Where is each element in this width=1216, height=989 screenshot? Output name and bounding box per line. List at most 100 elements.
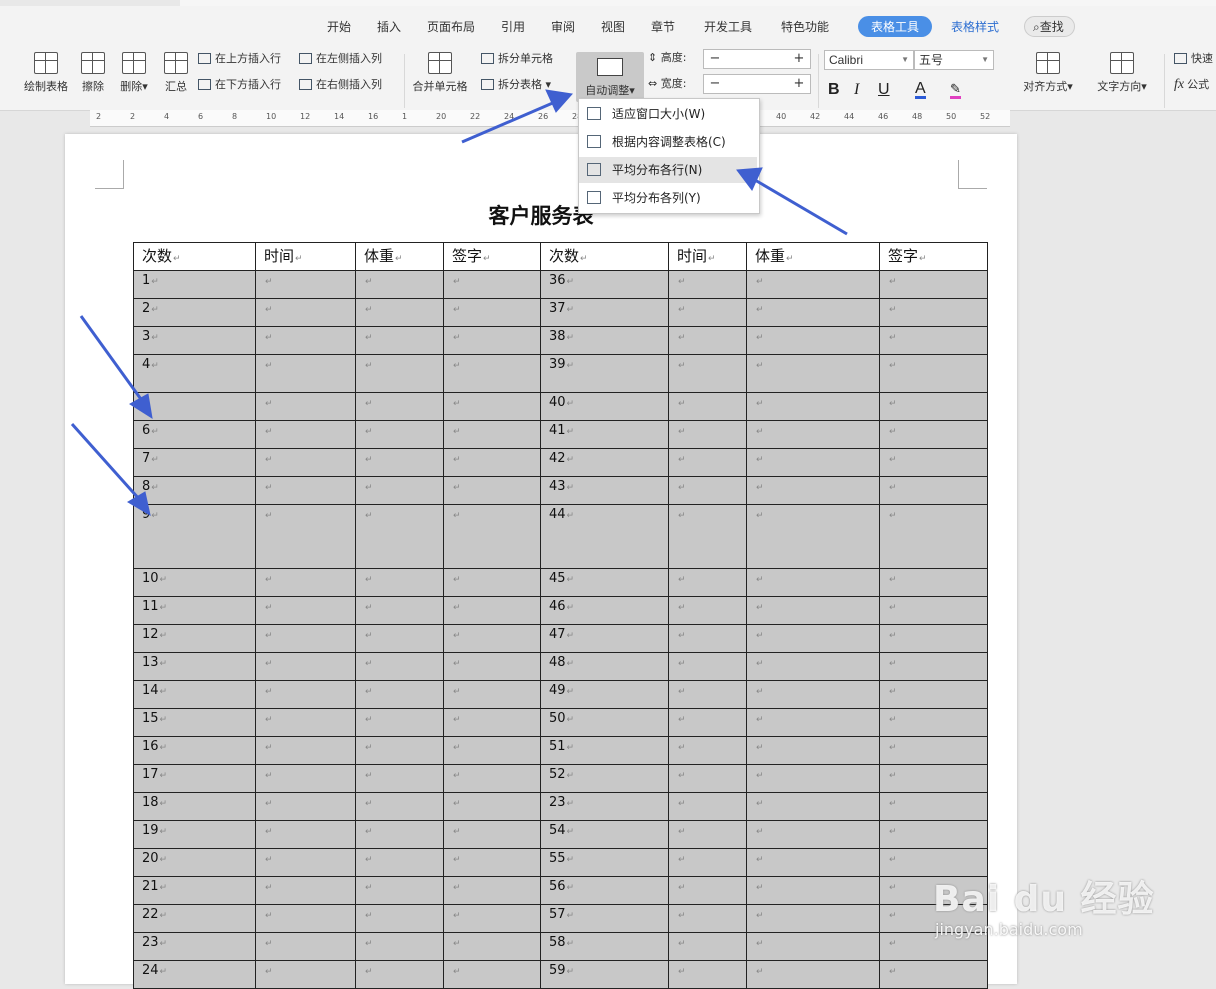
table-cell[interactable]: ↵ (746, 504, 880, 569)
table-cell[interactable]: ↵ (255, 420, 356, 449)
table-cell[interactable]: ↵ (355, 568, 444, 597)
table-cell[interactable]: ↵ (668, 680, 747, 709)
table-cell[interactable]: ↵ (668, 568, 747, 597)
table-cell[interactable]: ↵ (668, 596, 747, 625)
table-cell[interactable]: ↵ (746, 904, 880, 933)
tab-developer[interactable]: 开发工具 (704, 18, 752, 35)
table-cell[interactable]: ↵ (668, 792, 747, 821)
table-cell[interactable]: ↵ (746, 476, 880, 505)
table-cell[interactable]: ↵ (255, 932, 356, 961)
table-cell[interactable]: 8↵ (133, 476, 256, 505)
underline-button[interactable]: U (878, 81, 890, 99)
table-cell[interactable]: ↵ (355, 876, 444, 905)
table-cell[interactable]: ↵ (746, 392, 880, 421)
table-cell[interactable]: ↵ (255, 568, 356, 597)
table-cell[interactable]: 58↵ (540, 932, 669, 961)
table-cell[interactable]: 52↵ (540, 764, 669, 793)
tab-chapter[interactable]: 章节 (651, 18, 675, 35)
table-cell[interactable]: ↵ (355, 820, 444, 849)
table-cell[interactable]: ↵ (355, 848, 444, 877)
table-cell[interactable]: ↵ (443, 876, 541, 905)
table-cell[interactable]: 18↵ (133, 792, 256, 821)
table-cell[interactable]: ↵ (255, 680, 356, 709)
table-cell[interactable]: ↵ (668, 354, 747, 393)
text-direction-button[interactable]: 文字方向▾ (1092, 52, 1152, 94)
insert-above-button[interactable]: 在上方插入行 (198, 50, 281, 68)
table-cell[interactable]: 48↵ (540, 652, 669, 681)
table-cell[interactable]: 10↵ (133, 568, 256, 597)
table-cell[interactable]: ↵ (746, 326, 880, 355)
height-increase-button[interactable]: + (788, 50, 810, 68)
table-cell[interactable]: 6↵ (133, 420, 256, 449)
table-cell[interactable]: ↵ (255, 764, 356, 793)
tab-view[interactable]: 视图 (601, 18, 625, 35)
table-cell[interactable]: ↵ (746, 848, 880, 877)
table-cell[interactable]: 36↵ (540, 270, 669, 299)
table-cell[interactable]: ↵ (746, 298, 880, 327)
table-cell[interactable]: ↵ (255, 736, 356, 765)
table-cell[interactable]: 45↵ (540, 568, 669, 597)
split-cells-button[interactable]: 拆分单元格 (481, 50, 553, 68)
table-cell[interactable]: ↵ (879, 448, 988, 477)
table-cell[interactable]: ↵ (746, 270, 880, 299)
table-cell[interactable]: ↵ (443, 820, 541, 849)
table-cell[interactable]: ↵ (668, 624, 747, 653)
table-cell[interactable]: 23↵ (540, 792, 669, 821)
table-cell[interactable]: ↵ (355, 354, 444, 393)
merge-cells-button[interactable]: 合并单元格 (408, 52, 472, 94)
table-cell[interactable]: ↵ (255, 904, 356, 933)
table-cell[interactable]: ↵ (255, 708, 356, 737)
table-cell[interactable]: ↵ (668, 270, 747, 299)
table-cell[interactable]: ↵ (255, 652, 356, 681)
align-button[interactable]: 对齐方式▾ (1018, 52, 1078, 94)
table-cell[interactable]: 42↵ (540, 448, 669, 477)
table-cell[interactable]: ↵ (879, 680, 988, 709)
menu-item-fit-window[interactable]: 适应窗口大小(W) (579, 101, 757, 127)
table-cell[interactable]: ↵ (355, 624, 444, 653)
table-header-cell[interactable]: 时间↵ (668, 242, 747, 271)
table-header-cell[interactable]: 次数↵ (133, 242, 256, 271)
table-cell[interactable]: 55↵ (540, 848, 669, 877)
table-cell[interactable]: ↵ (879, 624, 988, 653)
table-cell[interactable]: ↵ (355, 904, 444, 933)
table-cell[interactable]: ↵ (879, 420, 988, 449)
table-header-cell[interactable]: 体重↵ (355, 242, 444, 271)
table-cell[interactable]: 41↵ (540, 420, 669, 449)
menu-item-distribute-rows[interactable]: 平均分布各行(N) (579, 157, 757, 183)
table-cell[interactable]: ↵ (255, 960, 356, 989)
table-cell[interactable]: ↵ (879, 298, 988, 327)
table-cell[interactable]: ↵ (746, 448, 880, 477)
table-cell[interactable]: ↵ (443, 848, 541, 877)
table-cell[interactable]: ↵ (879, 708, 988, 737)
table-cell[interactable]: ↵ (879, 792, 988, 821)
width-increase-button[interactable]: + (788, 75, 810, 93)
table-cell[interactable]: ↵ (668, 420, 747, 449)
table-cell[interactable]: ↵ (255, 792, 356, 821)
table-cell[interactable]: ↵ (255, 504, 356, 569)
table-cell[interactable]: ↵ (355, 736, 444, 765)
table-cell[interactable]: 17↵ (133, 764, 256, 793)
horizontal-ruler[interactable]: 2246810121416120222426283032343638404244… (90, 110, 1010, 127)
tab-review[interactable]: 审阅 (551, 18, 575, 35)
customer-service-table[interactable]: 次数↵ 时间↵ 体重↵ 签字↵ 次数↵ 时间↵ 体重↵ 签字↵ 1↵ ↵ ↵ ↵ 36↵ ↵ ↵ ↵ 2↵ ↵ ↵ ↵… (133, 242, 988, 989)
table-cell[interactable]: 13↵ (133, 652, 256, 681)
table-cell[interactable]: 23↵ (133, 932, 256, 961)
tab-insert[interactable]: 插入 (377, 18, 401, 35)
table-cell[interactable]: ↵ (355, 652, 444, 681)
table-cell[interactable]: 11↵ (133, 596, 256, 625)
table-cell[interactable]: ↵ (668, 448, 747, 477)
menu-item-fit-content[interactable]: 根据内容调整表格(C) (579, 129, 757, 155)
table-cell[interactable]: 24↵ (133, 960, 256, 989)
table-cell[interactable]: ↵ (255, 476, 356, 505)
insert-left-button[interactable]: 在左侧插入列 (299, 50, 382, 68)
table-cell[interactable]: ↵ (668, 932, 747, 961)
table-cell[interactable]: 44↵ (540, 504, 669, 569)
table-cell[interactable]: ↵ (355, 680, 444, 709)
font-size-select[interactable]: 五号 ▼ (914, 50, 994, 70)
table-header-cell[interactable]: 签字↵ (879, 242, 988, 271)
table-cell[interactable]: ↵ (879, 326, 988, 355)
tab-home[interactable]: 开始 (327, 18, 351, 35)
table-cell[interactable]: ↵ (355, 270, 444, 299)
table-cell[interactable]: ↵ (879, 652, 988, 681)
table-cell[interactable]: 1↵ (133, 270, 256, 299)
